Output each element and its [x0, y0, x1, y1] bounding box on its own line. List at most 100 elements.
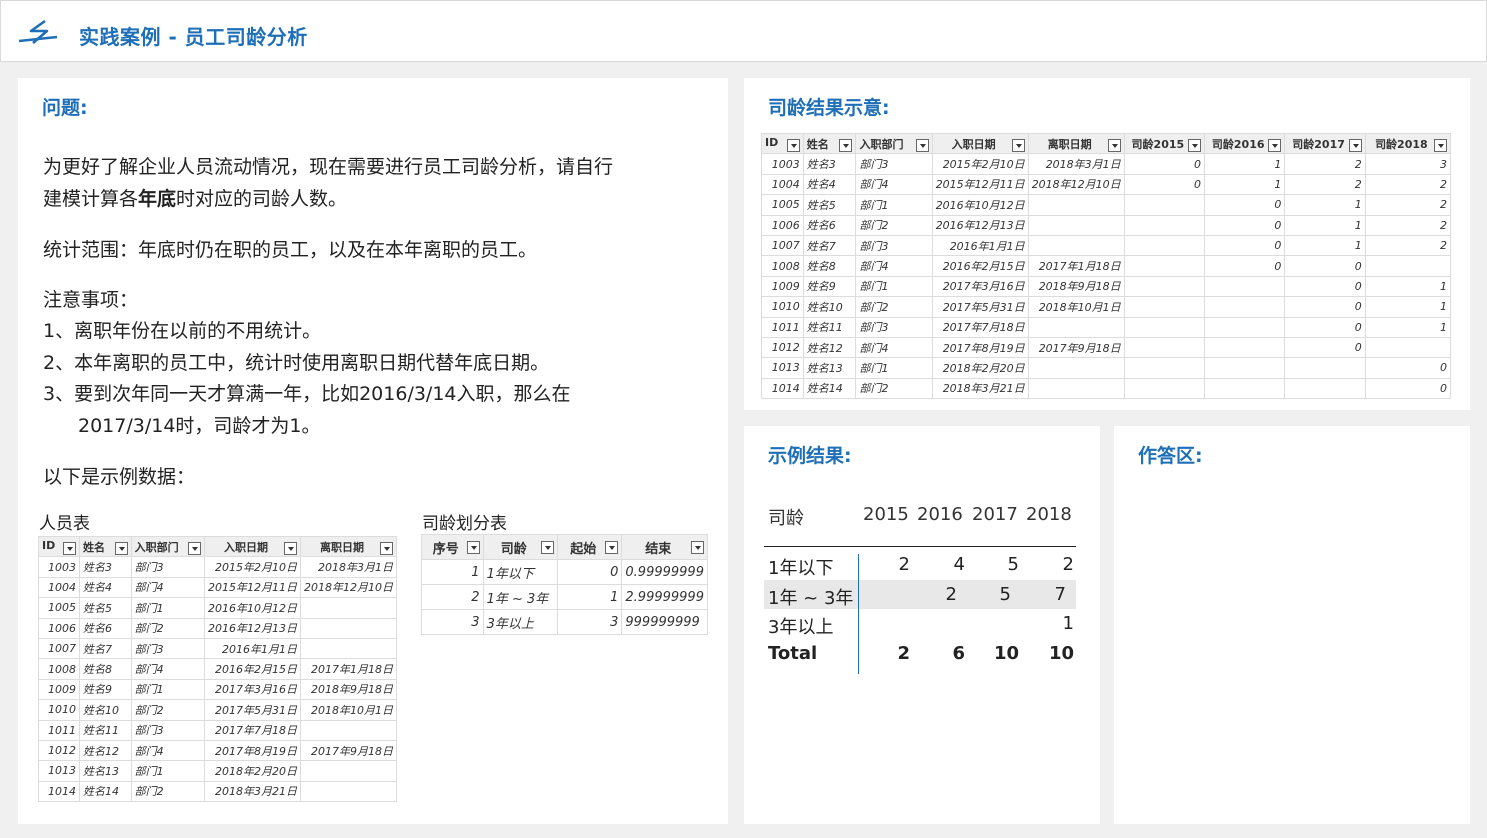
- filter-dropdown-icon[interactable]: [839, 138, 853, 152]
- matrix-col-header: 2015: [863, 504, 909, 525]
- column-header-label: 姓名: [806, 137, 829, 151]
- matrix-total-cell: 2: [897, 642, 910, 664]
- table-cell: 部门4: [855, 255, 933, 277]
- table-cell: 2017年5月31日: [203, 699, 301, 721]
- column-header[interactable]: 司龄2017: [1284, 132, 1366, 155]
- column-header[interactable]: 起始: [557, 534, 623, 560]
- matrix-total-label: Total: [768, 642, 818, 664]
- result-view-title: 司龄结果示意:: [768, 97, 890, 119]
- table-cell: 2018年12月10日: [1027, 173, 1125, 196]
- table-cell: 姓名8: [802, 255, 857, 277]
- table-cell: 部门4: [855, 173, 933, 196]
- question-text: 时对应的司龄人数。: [176, 188, 348, 210]
- question-para1-line1: 为更好了解企业人员流动情况，现在需要进行员工司龄分析，请自行: [43, 156, 614, 178]
- table-cell: 2018年3月1日: [299, 556, 398, 578]
- matrix-row-divider: [858, 554, 859, 674]
- filter-dropdown-icon[interactable]: [786, 138, 800, 152]
- column-header[interactable]: 姓名: [802, 132, 857, 155]
- filter-dropdown-icon[interactable]: [466, 540, 480, 554]
- table-row: 1009 姓名9 部门1 2017年3月16日 2018年9月18日 0 1: [761, 275, 1452, 298]
- table-cell: 1010: [761, 296, 804, 318]
- table-cell: 0: [1204, 214, 1286, 236]
- table-cell: 2017年5月31日: [931, 296, 1029, 318]
- filter-dropdown-icon[interactable]: [283, 541, 297, 555]
- matrix-row: 1年以下 2 4 5 2: [764, 550, 1084, 580]
- column-header-label: 起始: [570, 541, 597, 557]
- column-header[interactable]: 离职日期: [1027, 132, 1125, 155]
- filter-dropdown-icon[interactable]: [63, 541, 77, 555]
- filter-dropdown-icon[interactable]: [605, 540, 619, 554]
- result-view-panel: 司龄结果示意: ID 姓名 入职部门 入职日期 离职日期 司龄2015 司龄2016 司龄20…: [744, 78, 1470, 410]
- filter-dropdown-icon[interactable]: [1268, 138, 1282, 152]
- table-cell: 1: [1364, 316, 1452, 338]
- table-cell: 0.99999999: [621, 559, 708, 585]
- table-cell: 部门4: [855, 336, 933, 359]
- table-cell: 姓名13: [79, 760, 132, 782]
- column-header[interactable]: 入职日期: [931, 132, 1029, 155]
- table-cell: [1204, 377, 1286, 400]
- column-header[interactable]: 入职部门: [855, 132, 933, 155]
- result-matrix: 司龄 2015 2016 2017 2018 1年以下 2 4 5 2 1年 ~…: [764, 500, 1084, 674]
- column-header[interactable]: 司龄2018: [1364, 132, 1452, 155]
- question-title: 问题:: [42, 97, 88, 119]
- table-cell: 1008: [37, 658, 81, 680]
- filter-dropdown-icon[interactable]: [1188, 138, 1202, 152]
- table-cell: 3: [1364, 153, 1452, 175]
- column-header[interactable]: 姓名: [79, 535, 132, 558]
- filter-dropdown-icon[interactable]: [1107, 138, 1121, 152]
- column-header-label: 司龄2015: [1131, 137, 1185, 151]
- filter-dropdown-icon[interactable]: [114, 541, 128, 555]
- table-cell: 姓名9: [79, 678, 132, 701]
- table-cell: 2016年12月13日: [203, 617, 301, 639]
- filter-dropdown-icon[interactable]: [541, 540, 555, 554]
- table-cell: 1014: [37, 780, 81, 803]
- filter-dropdown-icon[interactable]: [187, 541, 201, 555]
- table-cell: 0: [1284, 275, 1366, 298]
- table-cell: 1004: [761, 173, 804, 196]
- table-row: 1011 姓名11 部门3 2017年7月18日 0 1: [761, 316, 1452, 338]
- answer-panel[interactable]: 作答区:: [1114, 426, 1470, 824]
- column-header-label: 司龄2016: [1211, 137, 1265, 151]
- column-header[interactable]: 司龄: [482, 534, 559, 560]
- sample-result-title: 示例结果:: [768, 445, 852, 467]
- table-cell: 1006: [37, 617, 81, 639]
- table-cell: [1123, 336, 1206, 359]
- table-cell: 0: [1123, 153, 1206, 175]
- matrix-cell: 5: [1007, 554, 1019, 575]
- table-cell: 部门3: [855, 153, 933, 175]
- table-cell: 0: [557, 559, 623, 585]
- column-header[interactable]: 离职日期: [299, 535, 398, 558]
- table-row: 1003 姓名3 部门3 2015年2月10日 2018年3月1日 0 1 2 3: [761, 153, 1452, 175]
- notes-title: 注意事项：: [43, 289, 139, 311]
- column-header[interactable]: 司龄2016: [1204, 132, 1286, 155]
- table-cell: 0: [1204, 194, 1286, 216]
- filter-dropdown-icon[interactable]: [1011, 138, 1025, 152]
- column-header[interactable]: 入职部门: [130, 535, 205, 558]
- result-table: ID 姓名 入职部门 入职日期 离职日期 司龄2015 司龄2016 司龄2017 司龄2018…: [761, 132, 1452, 400]
- table-cell: 3年以上: [482, 609, 559, 635]
- table-cell: 1: [1284, 214, 1366, 236]
- table-row: 1009 姓名9 部门1 2017年3月16日 2018年9月18日: [37, 678, 398, 701]
- filter-dropdown-icon[interactable]: [691, 540, 704, 554]
- table-row: 1005 姓名5 部门1 2016年10月12日: [37, 597, 398, 619]
- table-cell: 2017年1月18日: [299, 658, 398, 680]
- column-header[interactable]: 入职日期: [203, 535, 301, 558]
- column-header[interactable]: ID: [37, 535, 81, 558]
- matrix-header-divider: [764, 546, 1076, 547]
- column-header[interactable]: ID: [761, 132, 804, 155]
- table-cell: [1204, 296, 1286, 318]
- table-cell: 2015年2月10日: [203, 556, 301, 578]
- table-cell: 部门1: [855, 194, 933, 216]
- table-cell: 2018年2月20日: [203, 760, 301, 782]
- table-row: 1008 姓名8 部门4 2016年2月15日 2017年1月18日: [37, 658, 398, 680]
- table-cell: 部门4: [130, 658, 205, 680]
- table-cell: [1123, 275, 1206, 298]
- filter-dropdown-icon[interactable]: [1434, 138, 1447, 152]
- column-header[interactable]: 结束: [621, 534, 708, 560]
- column-header[interactable]: 司龄2015: [1123, 132, 1206, 155]
- column-header[interactable]: 序号: [421, 534, 484, 560]
- question-para1-line2: 建模计算各年底时对应的司龄人数。: [43, 184, 347, 215]
- filter-dropdown-icon[interactable]: [380, 541, 393, 555]
- filter-dropdown-icon[interactable]: [1348, 138, 1362, 152]
- filter-dropdown-icon[interactable]: [915, 138, 929, 152]
